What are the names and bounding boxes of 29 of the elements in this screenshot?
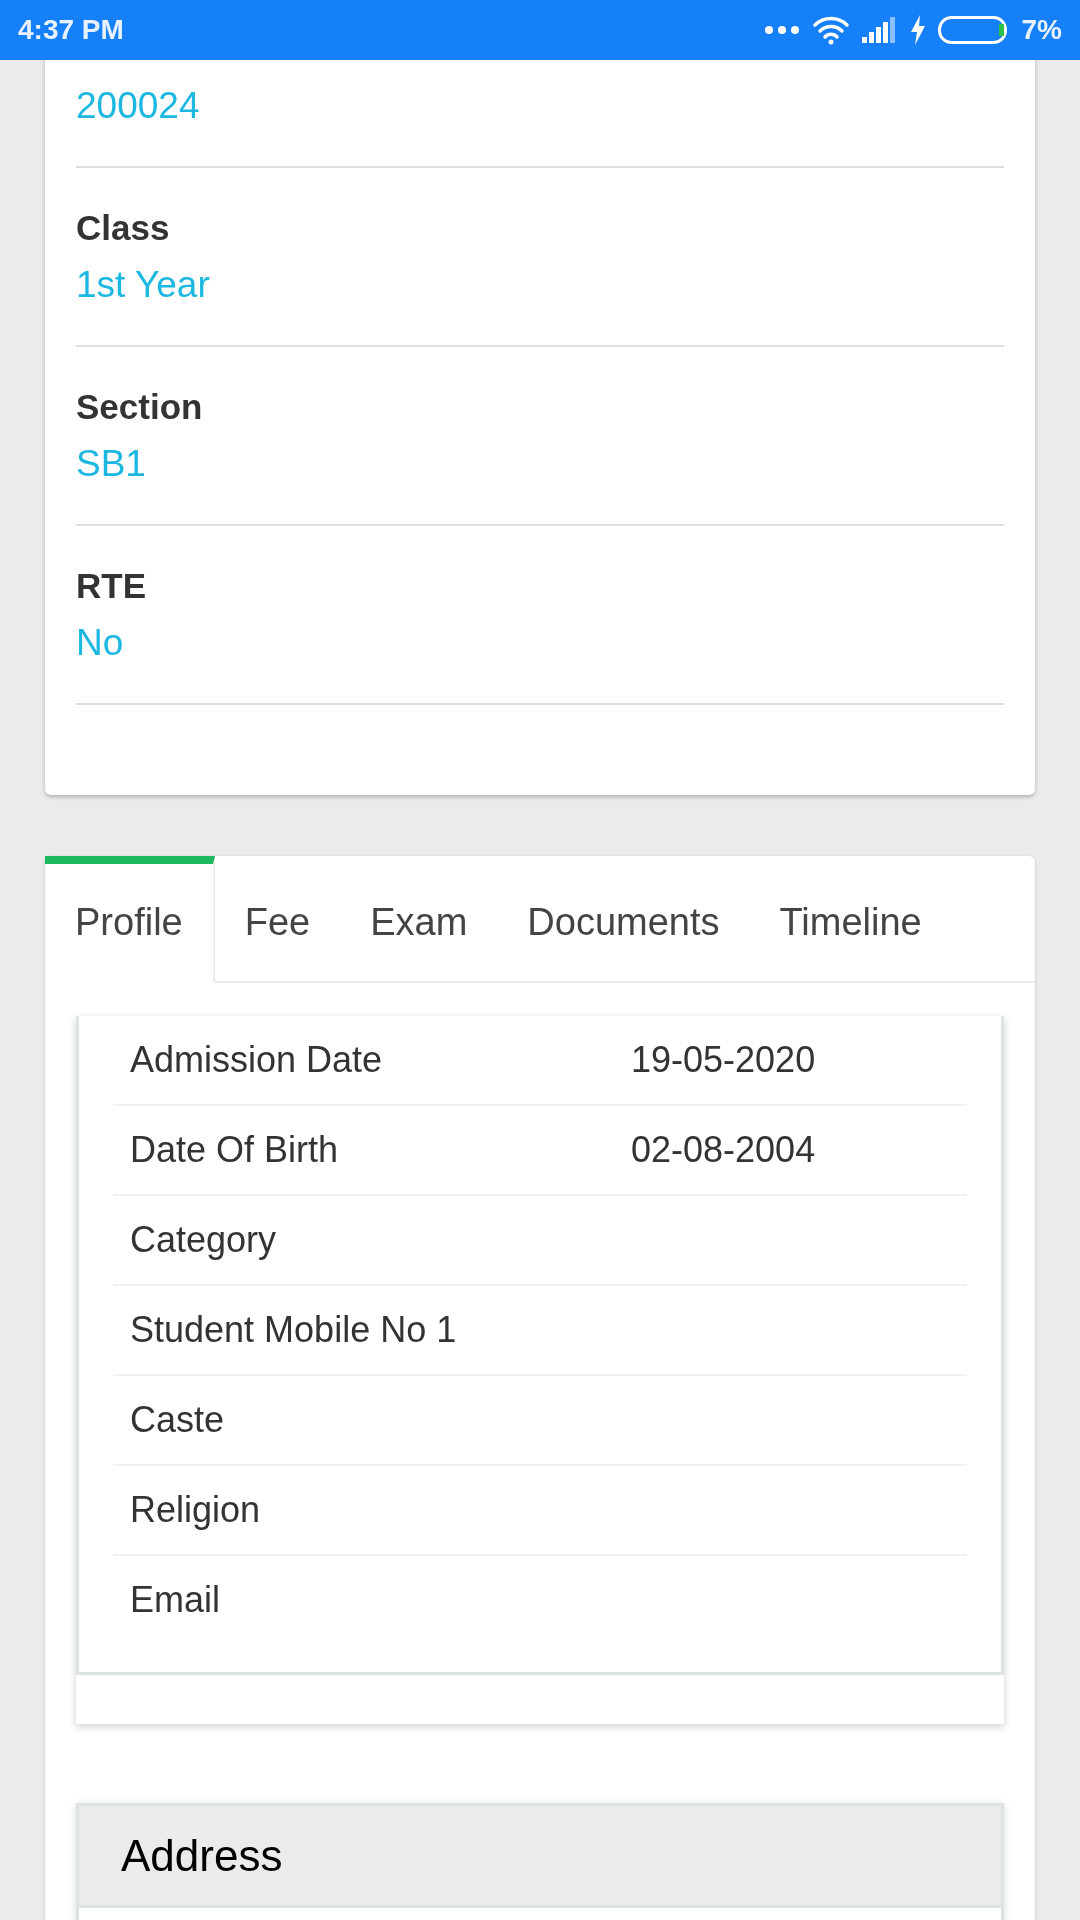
more-icon (763, 25, 800, 35)
battery-icon (937, 16, 1010, 44)
address-title: Address (121, 1830, 283, 1881)
field-value: SB1 (76, 442, 146, 486)
signal-icon (861, 17, 898, 43)
row-label: Email (130, 1579, 221, 1621)
row-label: Admission Date (130, 1039, 383, 1081)
charging-icon (909, 15, 926, 45)
row-label: Category (130, 1219, 277, 1261)
row-label: Student Mobile No 1 (130, 1309, 457, 1351)
row-label: Caste (130, 1399, 225, 1441)
tab[interactable]: Timeline (749, 856, 952, 983)
status-time: 4:37 PM (18, 14, 124, 46)
tab[interactable]: Documents (497, 856, 750, 983)
tab[interactable]: Exam (340, 856, 498, 983)
field-label: RTE (76, 565, 146, 607)
tab[interactable]: Profile (45, 856, 215, 983)
field-value: 1st Year (76, 263, 210, 307)
row-label: Religion (130, 1489, 261, 1531)
row-label: Date Of Birth (130, 1129, 339, 1171)
battery-percent: 7% (1021, 14, 1062, 46)
wifi-icon (811, 15, 850, 45)
tab[interactable]: Fee (214, 856, 341, 983)
field-value: No (76, 621, 124, 665)
field-value: 200024 (76, 84, 200, 128)
field-label: Section (76, 386, 203, 428)
row-value: 19-05-2020 (631, 1039, 816, 1081)
field-label: Class (76, 207, 170, 249)
row-value: 02-08-2004 (631, 1129, 816, 1171)
